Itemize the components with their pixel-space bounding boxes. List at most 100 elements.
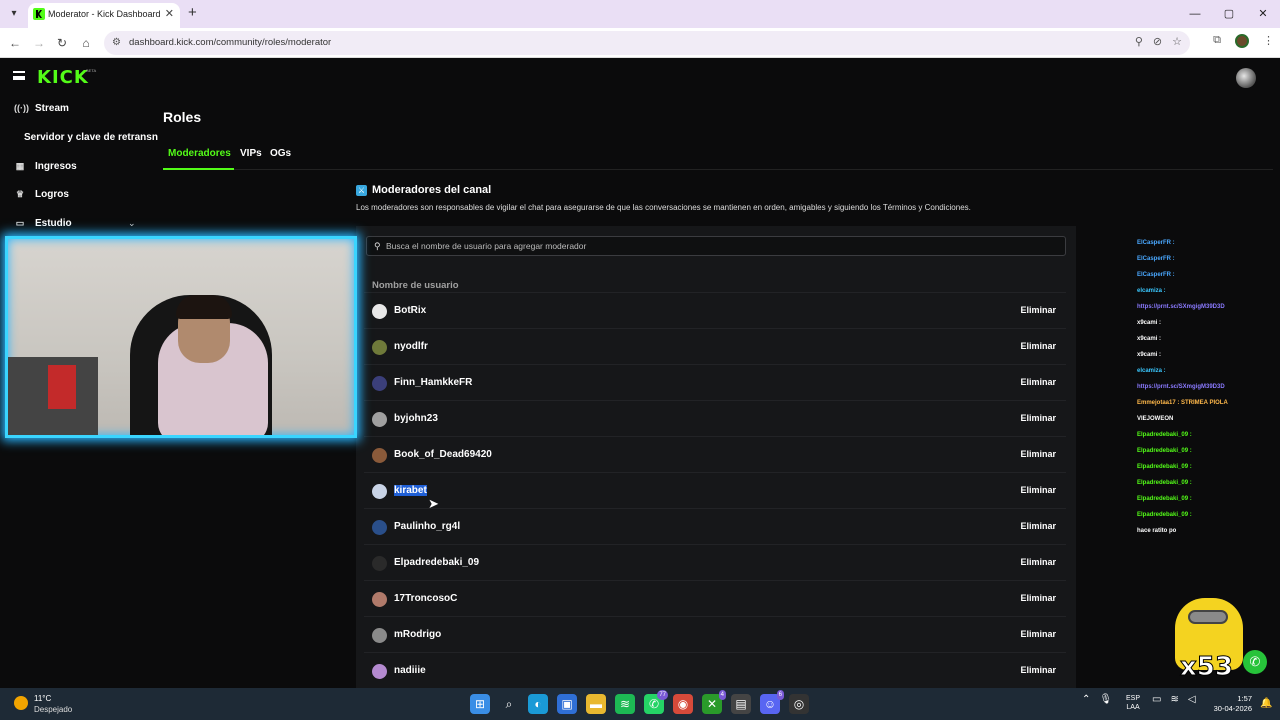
weather-desc[interactable]: Despejado bbox=[34, 705, 72, 714]
close-window-button[interactable]: ✕ bbox=[1246, 0, 1280, 28]
microphone-icon[interactable]: 🎙 bbox=[1099, 694, 1112, 705]
remove-moderator-button[interactable]: Eliminar bbox=[1020, 557, 1056, 567]
extensions-icon[interactable]: ⧉ bbox=[1213, 34, 1221, 48]
maximize-button[interactable]: ▢ bbox=[1212, 0, 1246, 28]
remove-moderator-button[interactable]: Eliminar bbox=[1020, 593, 1056, 603]
sidebar-item-ingresos[interactable]: ▦ Ingresos bbox=[14, 157, 77, 175]
search-icon[interactable]: ⌕ bbox=[499, 694, 519, 714]
search-input[interactable] bbox=[386, 237, 1056, 255]
username[interactable]: byjohn23 bbox=[394, 413, 438, 424]
sidebar-item-server-key[interactable]: Servidor y clave de retransn bbox=[24, 128, 158, 146]
tab-ogs[interactable]: OGs bbox=[270, 148, 291, 159]
sidebar-item-estudio[interactable]: ▭ Estudio bbox=[14, 214, 72, 232]
edge-icon[interactable]: ◐ bbox=[528, 694, 548, 714]
sidebar-item-logros[interactable]: ♕ Logros bbox=[14, 185, 69, 203]
sidebar-item-stream[interactable]: ((·)) Stream bbox=[14, 99, 69, 117]
zoom-icon[interactable]: ⚲ bbox=[1135, 35, 1143, 48]
remove-moderator-button[interactable]: Eliminar bbox=[1020, 341, 1056, 351]
username[interactable]: nadiiie bbox=[394, 665, 426, 676]
forward-arrow-icon[interactable]: → bbox=[30, 34, 48, 52]
username[interactable]: BotRix bbox=[394, 305, 426, 316]
clock[interactable]: 1:57 30-04-2026 bbox=[1208, 694, 1252, 714]
site-settings-icon[interactable]: ⚙ bbox=[112, 37, 124, 49]
remove-moderator-button[interactable]: Eliminar bbox=[1020, 305, 1056, 315]
chat-message: VIEJOWEON bbox=[1137, 416, 1174, 422]
username[interactable]: Elpadredebaki_09 bbox=[394, 557, 479, 568]
chevron-down-icon[interactable]: ⌄ bbox=[128, 218, 136, 229]
start-icon[interactable]: ⊞ bbox=[470, 694, 490, 714]
window-controls: — ▢ ✕ bbox=[1178, 0, 1280, 28]
remove-moderator-button[interactable]: Eliminar bbox=[1020, 665, 1056, 675]
quick-settings: ▭ ≋ ◁ bbox=[1152, 694, 1196, 705]
table-row: mRodrigo Eliminar bbox=[364, 616, 1066, 652]
table-row: Paulinho_rg4l Eliminar bbox=[364, 508, 1066, 544]
capture-icon[interactable]: ▤ bbox=[731, 694, 751, 714]
table-row: kirabet Eliminar bbox=[364, 472, 1066, 508]
tab-vips[interactable]: VIPs bbox=[240, 148, 262, 159]
remove-moderator-button[interactable]: Eliminar bbox=[1020, 449, 1056, 459]
weather-sun-icon[interactable] bbox=[14, 696, 28, 710]
chat-message: Elpadredebaki_09 : bbox=[1137, 432, 1192, 438]
avatar bbox=[372, 664, 387, 679]
table-row: nyodlfr Eliminar bbox=[364, 328, 1066, 364]
new-tab-button[interactable]: + bbox=[188, 4, 197, 21]
app-glyph: ✕ bbox=[706, 697, 718, 711]
kick-logo[interactable]: KICK bbox=[37, 67, 89, 88]
active-tab-indicator bbox=[163, 168, 234, 170]
obs-icon[interactable]: ◎ bbox=[789, 694, 809, 714]
avatar bbox=[372, 412, 387, 427]
whatsapp-icon[interactable]: ✆ 77 bbox=[644, 690, 668, 714]
notification-bell-icon[interactable]: 🔔 bbox=[1260, 698, 1272, 709]
files-icon[interactable]: ▬ bbox=[586, 694, 606, 714]
tab-close-icon[interactable]: ✕ bbox=[165, 7, 174, 20]
username[interactable]: Paulinho_rg4l bbox=[394, 521, 460, 532]
chevron-up-icon[interactable]: ⌃ bbox=[1082, 694, 1090, 705]
tab-moderadores[interactable]: Moderadores bbox=[168, 148, 231, 159]
wifi-icon[interactable]: ≋ bbox=[1170, 694, 1178, 705]
profile-avatar[interactable] bbox=[1235, 34, 1249, 48]
address-bar: ← → ↻ ⌂ ⚙ dashboard.kick.com/community/r… bbox=[0, 28, 1280, 58]
spotify-icon[interactable]: ≋ bbox=[615, 694, 635, 714]
minimize-button[interactable]: — bbox=[1178, 0, 1212, 28]
back-arrow-icon[interactable]: ← bbox=[6, 34, 24, 52]
remove-moderator-button[interactable]: Eliminar bbox=[1020, 629, 1056, 639]
store-icon[interactable]: ▣ bbox=[557, 694, 577, 714]
home-icon[interactable]: ⌂ bbox=[77, 34, 95, 52]
username[interactable]: mRodrigo bbox=[394, 629, 441, 640]
remove-moderator-button[interactable]: Eliminar bbox=[1020, 413, 1056, 423]
remove-moderator-button[interactable]: Eliminar bbox=[1020, 377, 1056, 387]
discord-icon[interactable]: ☺ 6 bbox=[760, 690, 784, 714]
roles-tabs: Moderadores VIPs OGs bbox=[163, 142, 1273, 170]
hamburger-menu-icon[interactable] bbox=[13, 71, 25, 80]
url-text[interactable]: dashboard.kick.com/community/roles/moder… bbox=[129, 37, 331, 48]
beta-badge: BETA bbox=[86, 68, 97, 73]
moderator-sword-icon: ⚔ bbox=[356, 185, 367, 196]
browser-tab[interactable]: Moderator - Kick Dashboard ✕ bbox=[28, 3, 180, 28]
chat-message: Elpadredebaki_09 : bbox=[1137, 464, 1192, 470]
eye-off-icon[interactable]: ⊘ bbox=[1153, 35, 1162, 48]
bookmark-star-icon[interactable]: ☆ bbox=[1172, 35, 1182, 48]
table-row: Finn_HamkkeFR Eliminar bbox=[364, 364, 1066, 400]
avatar bbox=[372, 484, 387, 499]
browser-menu-icon[interactable]: ⋮ bbox=[1263, 34, 1274, 48]
user-avatar[interactable] bbox=[1236, 68, 1256, 88]
display-icon[interactable]: ▭ bbox=[1152, 694, 1161, 705]
table-row: 17TroncosoC Eliminar bbox=[364, 580, 1066, 616]
reload-icon[interactable]: ↻ bbox=[53, 34, 71, 52]
chrome-icon[interactable]: ◉ bbox=[673, 694, 693, 714]
username[interactable]: Book_of_Dead69420 bbox=[394, 449, 492, 460]
volume-icon[interactable]: ◁ bbox=[1188, 694, 1196, 705]
language-indicator[interactable]: ESP LAA bbox=[1126, 694, 1140, 712]
studio-icon: ▭ bbox=[15, 217, 25, 228]
xbox-icon[interactable]: ✕ 4 bbox=[702, 690, 726, 714]
remove-moderator-button[interactable]: Eliminar bbox=[1020, 521, 1056, 531]
weather-temp[interactable]: 11°C bbox=[34, 694, 51, 703]
username[interactable]: Finn_HamkkeFR bbox=[394, 377, 472, 388]
tab-list-icon[interactable]: ▾ bbox=[6, 6, 22, 22]
username[interactable]: 17TroncosoC bbox=[394, 593, 457, 604]
username[interactable]: nyodlfr bbox=[394, 341, 428, 352]
clock-time: 1:57 bbox=[1237, 694, 1252, 703]
username[interactable]: kirabet bbox=[394, 485, 427, 496]
remove-moderator-button[interactable]: Eliminar bbox=[1020, 485, 1056, 495]
url-bar[interactable]: ⚙ dashboard.kick.com/community/roles/mod… bbox=[104, 31, 1190, 55]
